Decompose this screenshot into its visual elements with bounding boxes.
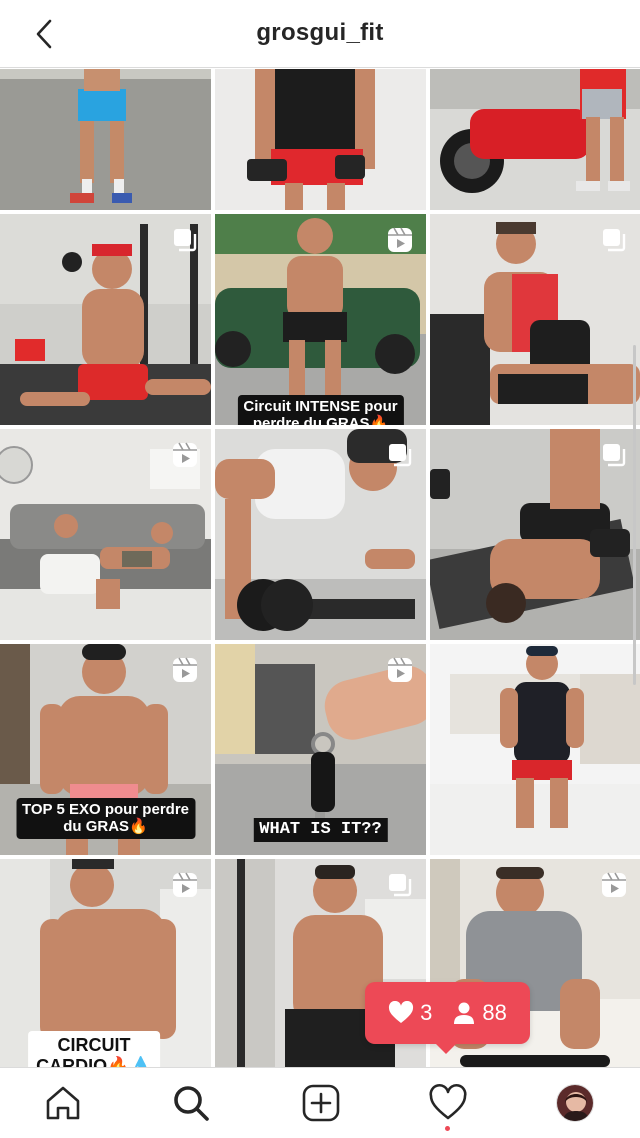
carousel-icon (389, 444, 412, 467)
heart-icon (389, 1001, 414, 1023)
activity-notification-bubble[interactable]: 3 88 (365, 982, 530, 1054)
nav-new-post[interactable] (300, 1082, 342, 1124)
plus-square-icon (302, 1084, 340, 1122)
post-thumbnail[interactable] (0, 429, 211, 640)
post-thumbnail[interactable]: TOP 5 EXO pour perdre du GRAS🔥 (0, 644, 211, 855)
post-thumbnail[interactable] (430, 69, 640, 210)
heart-outline-icon (429, 1083, 467, 1120)
post-caption: WHAT IS IT?? (253, 818, 388, 842)
post-thumbnail[interactable] (430, 644, 640, 855)
post-caption: CIRCUIT CARDIO🔥💧 (28, 1031, 160, 1067)
nav-home[interactable] (42, 1082, 84, 1124)
home-icon (46, 1086, 80, 1120)
reel-icon (602, 872, 626, 897)
likes-count: 3 (388, 1000, 432, 1026)
scrollbar[interactable] (633, 345, 636, 685)
post-thumbnail[interactable] (215, 69, 426, 210)
post-caption: Circuit INTENSE pour perdre du GRAS🔥 (237, 395, 404, 425)
nav-activity[interactable] (427, 1082, 469, 1124)
reel-icon (173, 872, 197, 897)
post-caption: TOP 5 EXO pour perdre du GRAS🔥 (16, 798, 195, 839)
carousel-icon (389, 874, 412, 897)
carousel-icon (174, 229, 197, 252)
post-thumbnail[interactable] (0, 69, 211, 210)
carousel-icon (603, 229, 626, 252)
workout-photo (0, 69, 211, 210)
search-icon (174, 1086, 209, 1121)
activity-notification-dot (445, 1126, 450, 1131)
post-thumbnail[interactable] (0, 214, 211, 425)
avatar (557, 1085, 593, 1121)
nav-profile-avatar[interactable] (556, 1084, 594, 1122)
reel-icon (173, 442, 197, 467)
workout-photo (430, 69, 640, 210)
bottom-navigation (0, 1067, 640, 1138)
likes-value: 3 (420, 1000, 433, 1025)
post-thumbnail[interactable] (430, 429, 640, 640)
workout-photo (215, 69, 426, 210)
followers-count: 88 (452, 1000, 507, 1026)
nav-search[interactable] (170, 1082, 212, 1124)
profile-username: grosgui_fit (256, 19, 384, 46)
person-icon (454, 1002, 475, 1024)
post-thumbnail[interactable]: CIRCUIT CARDIO🔥💧 (0, 859, 211, 1067)
post-thumbnail[interactable]: Circuit INTENSE pour perdre du GRAS🔥 (215, 214, 426, 425)
carousel-icon (603, 444, 626, 467)
followers-value: 88 (482, 1000, 507, 1025)
post-thumbnail[interactable] (215, 429, 426, 640)
reel-icon (388, 227, 412, 252)
post-thumbnail[interactable] (430, 214, 640, 425)
post-thumbnail[interactable]: WHAT IS IT?? (215, 644, 426, 855)
top-bar: grosgui_fit (0, 0, 640, 68)
reel-icon (388, 657, 412, 682)
workout-photo (430, 644, 640, 855)
reel-icon (173, 657, 197, 682)
